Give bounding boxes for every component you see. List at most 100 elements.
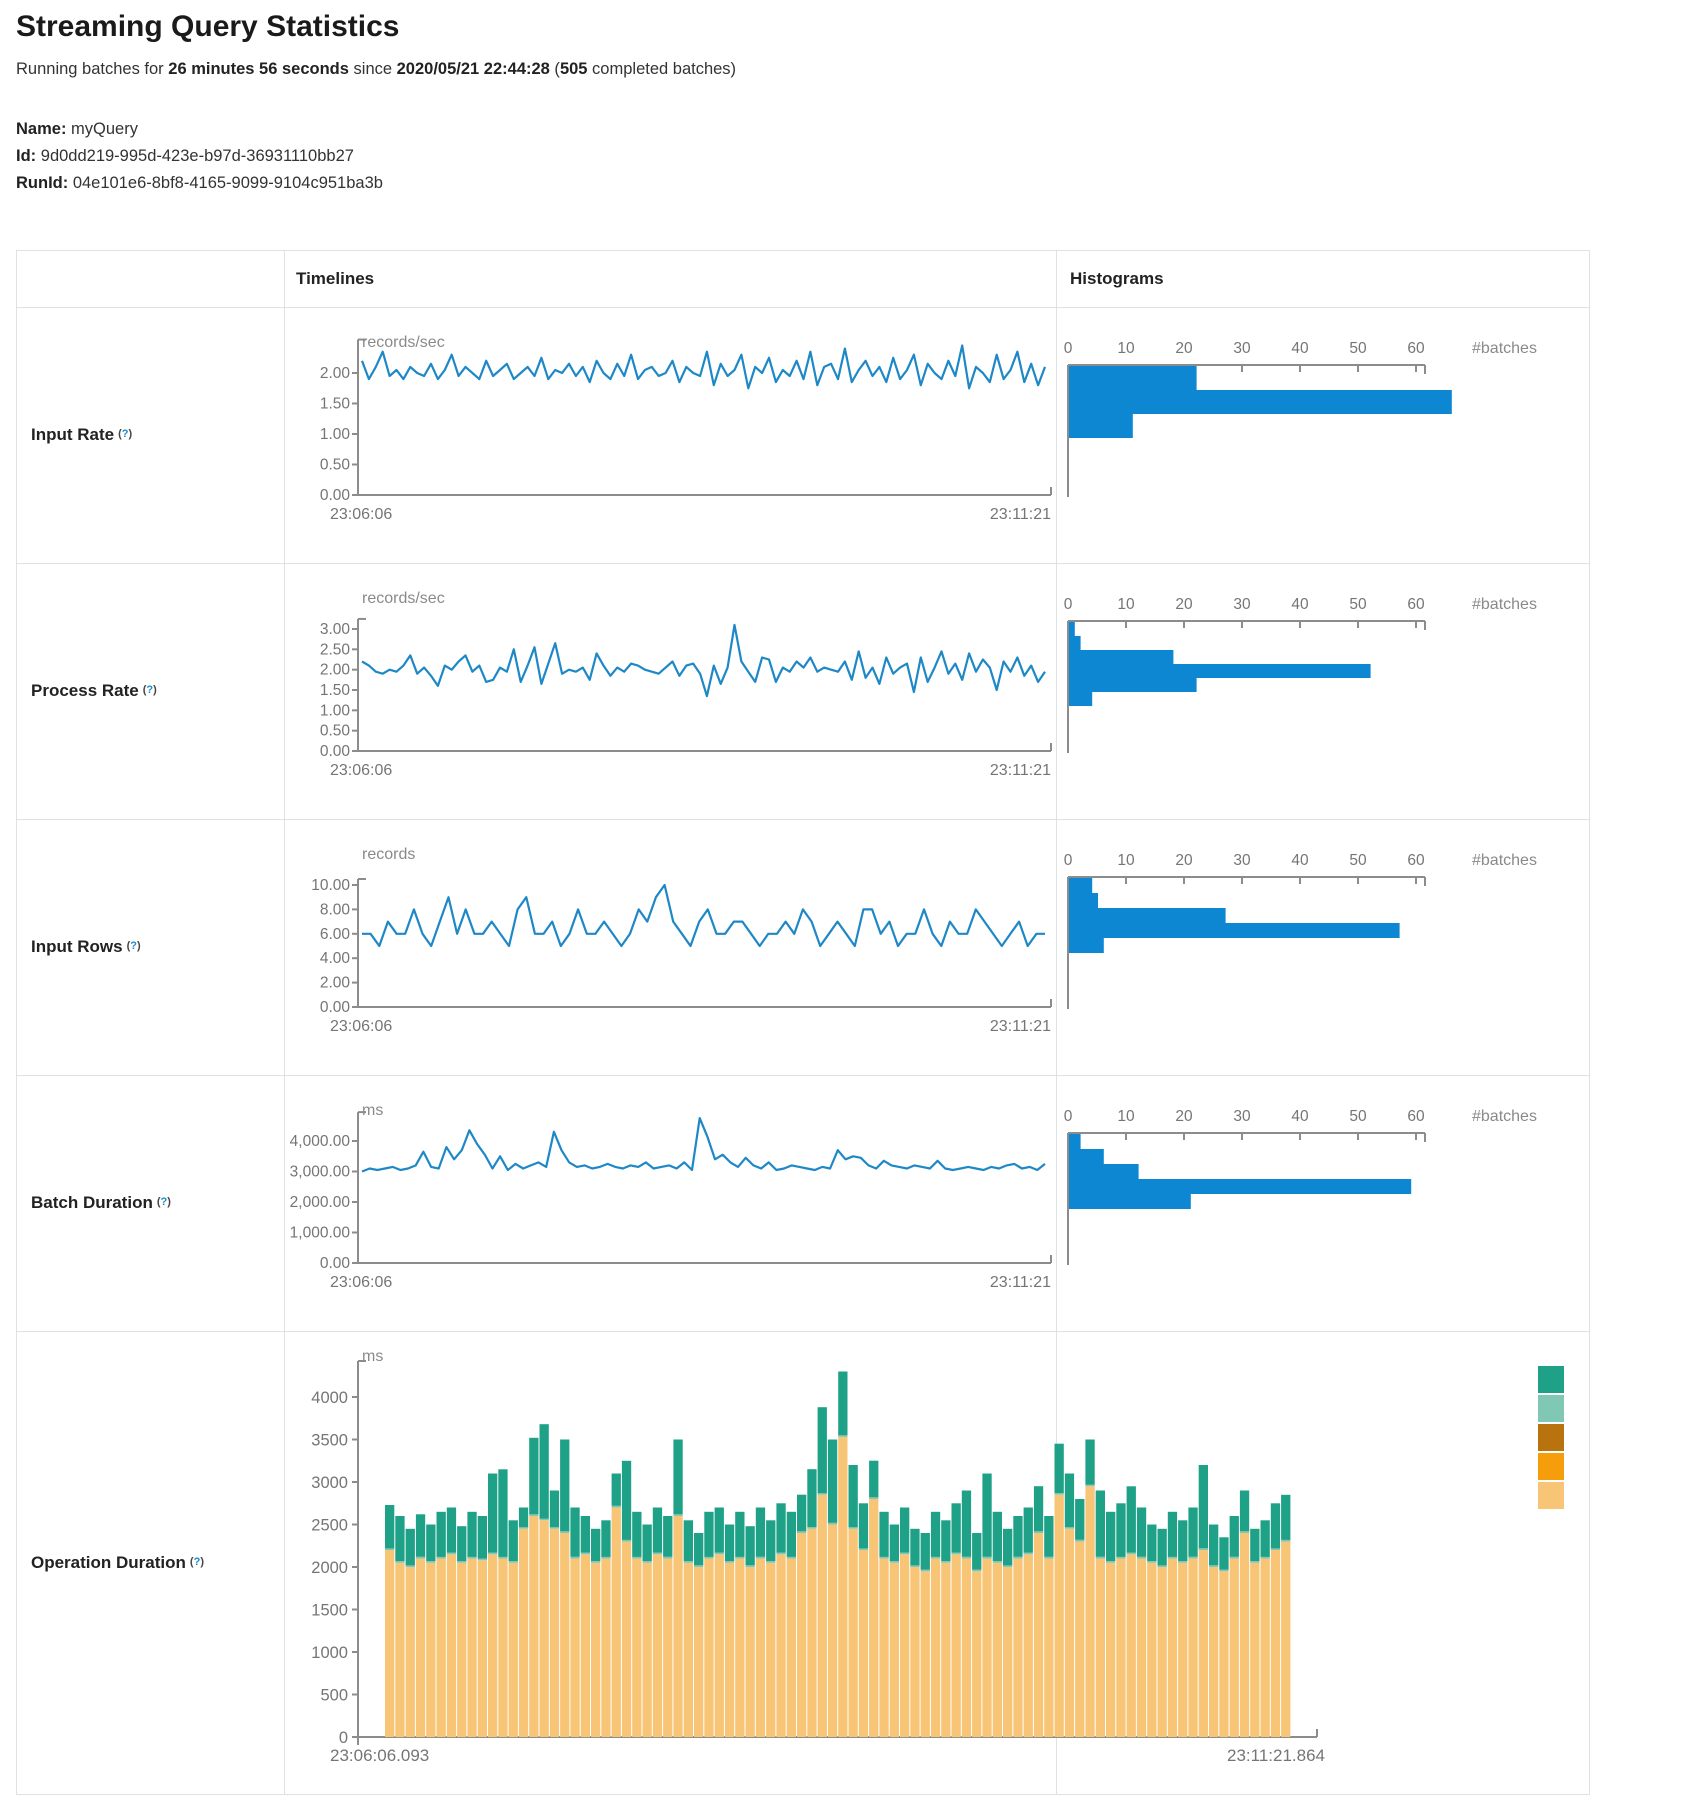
stacked-bar-top — [921, 1533, 930, 1570]
stacked-bar-bottom — [1127, 1554, 1136, 1737]
stacked-bar-middle — [1055, 1493, 1064, 1495]
stacked-bar-middle — [931, 1557, 940, 1559]
stacked-bar-middle — [941, 1561, 950, 1563]
stacked-bar-middle — [1230, 1557, 1239, 1559]
hist-tick-label: 50 — [1349, 340, 1367, 357]
stacked-bar-middle — [498, 1557, 507, 1559]
stacked-bar-middle — [1065, 1527, 1074, 1529]
stacked-bar-middle — [1003, 1565, 1012, 1567]
stacked-bar-top — [962, 1491, 971, 1557]
stacked-bar-middle — [715, 1553, 724, 1555]
stacked-bar-top — [437, 1512, 446, 1557]
hist-tick-label: 40 — [1291, 340, 1309, 357]
stacked-bar-bottom — [437, 1559, 446, 1738]
x-end-label: 23:11:21 — [990, 762, 1051, 779]
stacked-bar-top — [952, 1503, 961, 1552]
stacked-bar-bottom — [1281, 1542, 1290, 1738]
stacked-bar-top — [910, 1529, 919, 1566]
x-end-label: 23:11:21 — [990, 1274, 1051, 1291]
histogram-bar — [1069, 1149, 1104, 1164]
hist-tick-label: 0 — [1064, 852, 1073, 869]
y-tick-label: 2.00 — [320, 365, 351, 382]
stacked-bar-bottom — [746, 1567, 755, 1737]
timeline-unit-label: records/sec — [362, 590, 445, 607]
streaming-query-statistics-page: Streaming Query Statistics Running batch… — [0, 0, 1693, 1820]
stacked-bar-bottom — [1240, 1533, 1249, 1737]
stacked-bar-bottom — [643, 1563, 652, 1737]
stacked-bar-middle — [1085, 1485, 1094, 1487]
stacked-bar-bottom — [766, 1563, 775, 1737]
stacked-bar-bottom — [1147, 1563, 1156, 1737]
stacked-bar-top — [776, 1503, 785, 1552]
y-tick-label: 0.00 — [320, 1255, 351, 1272]
stacked-bar-bottom — [1065, 1529, 1074, 1737]
stacked-bar-bottom — [1085, 1486, 1094, 1737]
stacked-bar-top — [849, 1465, 858, 1527]
stacked-bar-middle — [560, 1531, 569, 1533]
stacked-bar-bottom — [426, 1563, 435, 1737]
x-end-label: 23:11:21 — [990, 506, 1051, 523]
stacked-bar-bottom — [776, 1554, 785, 1737]
stacked-bar-top — [869, 1461, 878, 1498]
stacked-bar-bottom — [756, 1559, 765, 1738]
stacked-bar-bottom — [416, 1559, 425, 1738]
stacked-bar-top — [519, 1508, 528, 1528]
stacked-bar-bottom — [663, 1559, 672, 1738]
stacked-bar-middle — [1116, 1557, 1125, 1559]
stacked-bar-bottom — [653, 1554, 662, 1737]
stacked-bar-bottom — [1261, 1559, 1270, 1738]
stacked-bar-bottom — [962, 1559, 971, 1738]
stacked-bar-middle — [1127, 1553, 1136, 1555]
hist-tick-label: 10 — [1117, 596, 1135, 613]
stacked-bar-bottom — [478, 1560, 487, 1737]
stacked-bar-top — [807, 1469, 816, 1527]
timeline-unit-label: records/sec — [362, 334, 445, 351]
stacked-bar-middle — [395, 1561, 404, 1563]
ops-unit-label: ms — [362, 1348, 383, 1365]
stacked-bar-top — [488, 1474, 497, 1553]
stacked-bar-middle — [1075, 1540, 1084, 1542]
stacked-bar-top — [931, 1512, 940, 1557]
start-time-value: 2020/05/21 22:44:28 — [397, 60, 550, 78]
stacked-bar-top — [859, 1503, 868, 1548]
stacked-bar-top — [1034, 1486, 1043, 1531]
hist-tick-label: 60 — [1407, 596, 1425, 613]
stacked-bar-top — [653, 1508, 662, 1553]
stacked-bar-bottom — [1250, 1563, 1259, 1737]
stacked-bar-bottom — [1106, 1563, 1115, 1737]
hist-tick-label: 10 — [1117, 340, 1135, 357]
stacked-bar-top — [529, 1438, 538, 1515]
stacked-bar-bottom — [879, 1559, 888, 1738]
stacked-bar-middle — [457, 1561, 466, 1563]
stacked-bar-middle — [735, 1557, 744, 1559]
y-tick-label: 1.50 — [320, 682, 351, 699]
process-rate-svg: records/sec3.002.502.001.501.000.500.002… — [17, 563, 1591, 819]
stacked-bar-top — [838, 1372, 847, 1436]
stacked-bar-middle — [426, 1561, 435, 1563]
stacked-bar-top — [818, 1407, 827, 1493]
legend-swatch — [1538, 1395, 1564, 1422]
stacked-bar-bottom — [910, 1567, 919, 1737]
y-tick-label: 6.00 — [320, 926, 351, 943]
stacked-bar-bottom — [982, 1559, 991, 1738]
y-tick-label: 1.00 — [320, 426, 351, 443]
legend-swatch — [1538, 1482, 1564, 1509]
stacked-bar-bottom — [519, 1529, 528, 1737]
stacked-bar-top — [828, 1440, 837, 1523]
stacked-bar-top — [1116, 1503, 1125, 1557]
stacked-bar-middle — [982, 1557, 991, 1559]
stacked-bar-bottom — [725, 1563, 734, 1737]
stacked-bar-middle — [467, 1557, 476, 1559]
stacked-bar-bottom — [560, 1533, 569, 1737]
stacked-bar-top — [447, 1508, 456, 1553]
legend-swatch — [1538, 1453, 1564, 1480]
stacked-bar-top — [879, 1512, 888, 1557]
stacked-bar-bottom — [1013, 1559, 1022, 1738]
stacked-bar-middle — [1106, 1561, 1115, 1563]
stacked-bar-top — [704, 1512, 713, 1557]
stacked-bar-middle — [1034, 1531, 1043, 1533]
stacked-bar-middle — [849, 1527, 858, 1529]
stacked-bar-middle — [879, 1557, 888, 1559]
stacked-bar-top — [673, 1440, 682, 1515]
stacked-bar-top — [1044, 1516, 1053, 1557]
